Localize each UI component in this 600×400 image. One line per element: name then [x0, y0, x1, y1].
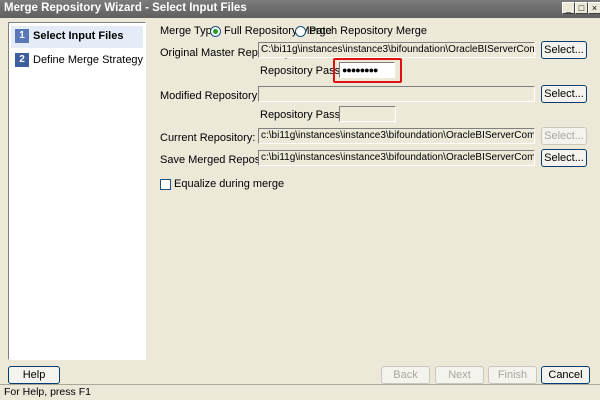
password-highlight-box	[333, 58, 402, 83]
close-button[interactable]: ×	[588, 2, 600, 14]
wizard-body: 1 Select Input Files 2 Define Merge Stra…	[0, 18, 600, 384]
merge-repository-wizard-window: Merge Repository Wizard - Select Input F…	[0, 0, 600, 400]
original-master-path-field[interactable]: C:\bi11g\instances\instance3\bifoundatio…	[258, 42, 535, 58]
modified-password-input[interactable]	[339, 106, 396, 122]
help-button[interactable]: Help	[8, 366, 60, 384]
save-merged-select-button[interactable]: Select...	[541, 149, 587, 167]
equalize-label[interactable]: Equalize during merge	[174, 178, 284, 190]
full-merge-radio[interactable]	[210, 26, 221, 37]
save-merged-path-field[interactable]: c:\bi11g\instances\instance3\bifoundatio…	[258, 150, 535, 166]
modified-repository-label: Modified Repository:	[160, 90, 261, 102]
step-label: Select Input Files	[33, 30, 124, 42]
status-bar: For Help, press F1	[0, 384, 600, 400]
current-repository-select-button[interactable]: Select...	[541, 127, 587, 145]
next-button[interactable]: Next	[435, 366, 484, 384]
back-button[interactable]: Back	[381, 366, 430, 384]
title-bar[interactable]: Merge Repository Wizard - Select Input F…	[0, 0, 600, 18]
cancel-button[interactable]: Cancel	[541, 366, 590, 384]
modified-repository-select-button[interactable]: Select...	[541, 85, 587, 103]
patch-merge-label[interactable]: Patch Repository Merge	[309, 25, 427, 37]
modified-repository-path-field[interactable]	[258, 86, 535, 102]
step-define-merge-strategy[interactable]: 2 Define Merge Strategy	[11, 50, 143, 72]
step-number-badge: 1	[15, 29, 29, 43]
step-number-badge: 2	[15, 53, 29, 67]
current-repository-path-field[interactable]: c:\bi11g\instances\instance3\bifoundatio…	[258, 128, 535, 144]
original-master-select-button[interactable]: Select...	[541, 41, 587, 59]
current-repository-label: Current Repository:	[160, 132, 256, 144]
minimize-button[interactable]: _	[562, 2, 575, 14]
maximize-button[interactable]: □	[575, 2, 588, 14]
window-title: Merge Repository Wizard - Select Input F…	[4, 2, 247, 14]
step-select-input-files[interactable]: 1 Select Input Files	[11, 26, 143, 48]
finish-button[interactable]: Finish	[488, 366, 537, 384]
step-label: Define Merge Strategy	[33, 54, 144, 66]
equalize-checkbox[interactable]	[160, 179, 171, 190]
status-text: For Help, press F1	[4, 386, 91, 398]
patch-merge-radio[interactable]	[295, 26, 306, 37]
wizard-steps-panel: 1 Select Input Files 2 Define Merge Stra…	[8, 22, 146, 360]
